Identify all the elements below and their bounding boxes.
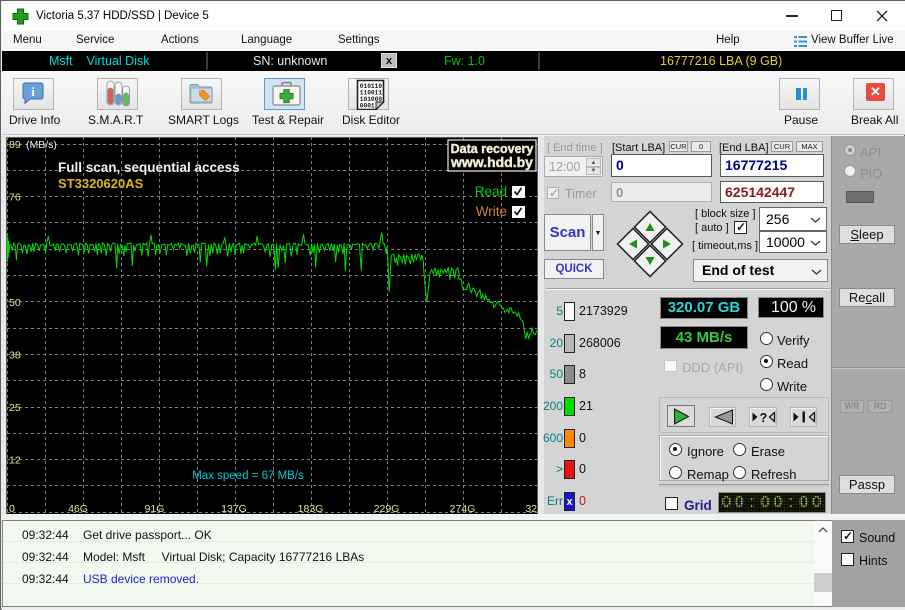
svg-text:Max speed = 67 MB/s: Max speed = 67 MB/s [192,470,304,482]
svg-text:50: 50 [9,297,21,309]
svg-text:Read: Read [475,184,507,199]
svg-text:ST3320620AS: ST3320620AS [58,176,144,191]
svg-text:76: 76 [9,192,21,204]
svg-text:89: 89 [9,139,21,151]
svg-text:?: ? [760,411,768,425]
svg-text:(MB/s): (MB/s) [26,139,57,151]
svg-text:i: i [31,84,35,99]
svg-text:12: 12 [9,455,21,467]
svg-text:Write: Write [476,204,507,219]
svg-text:25: 25 [9,402,21,414]
svg-text:0001: 0001 [360,103,375,110]
svg-text:38: 38 [9,349,21,361]
svg-text:Full scan, sequential access: Full scan, sequential access [58,160,240,175]
svg-text:www.hdd.by: www.hdd.by [450,154,533,170]
